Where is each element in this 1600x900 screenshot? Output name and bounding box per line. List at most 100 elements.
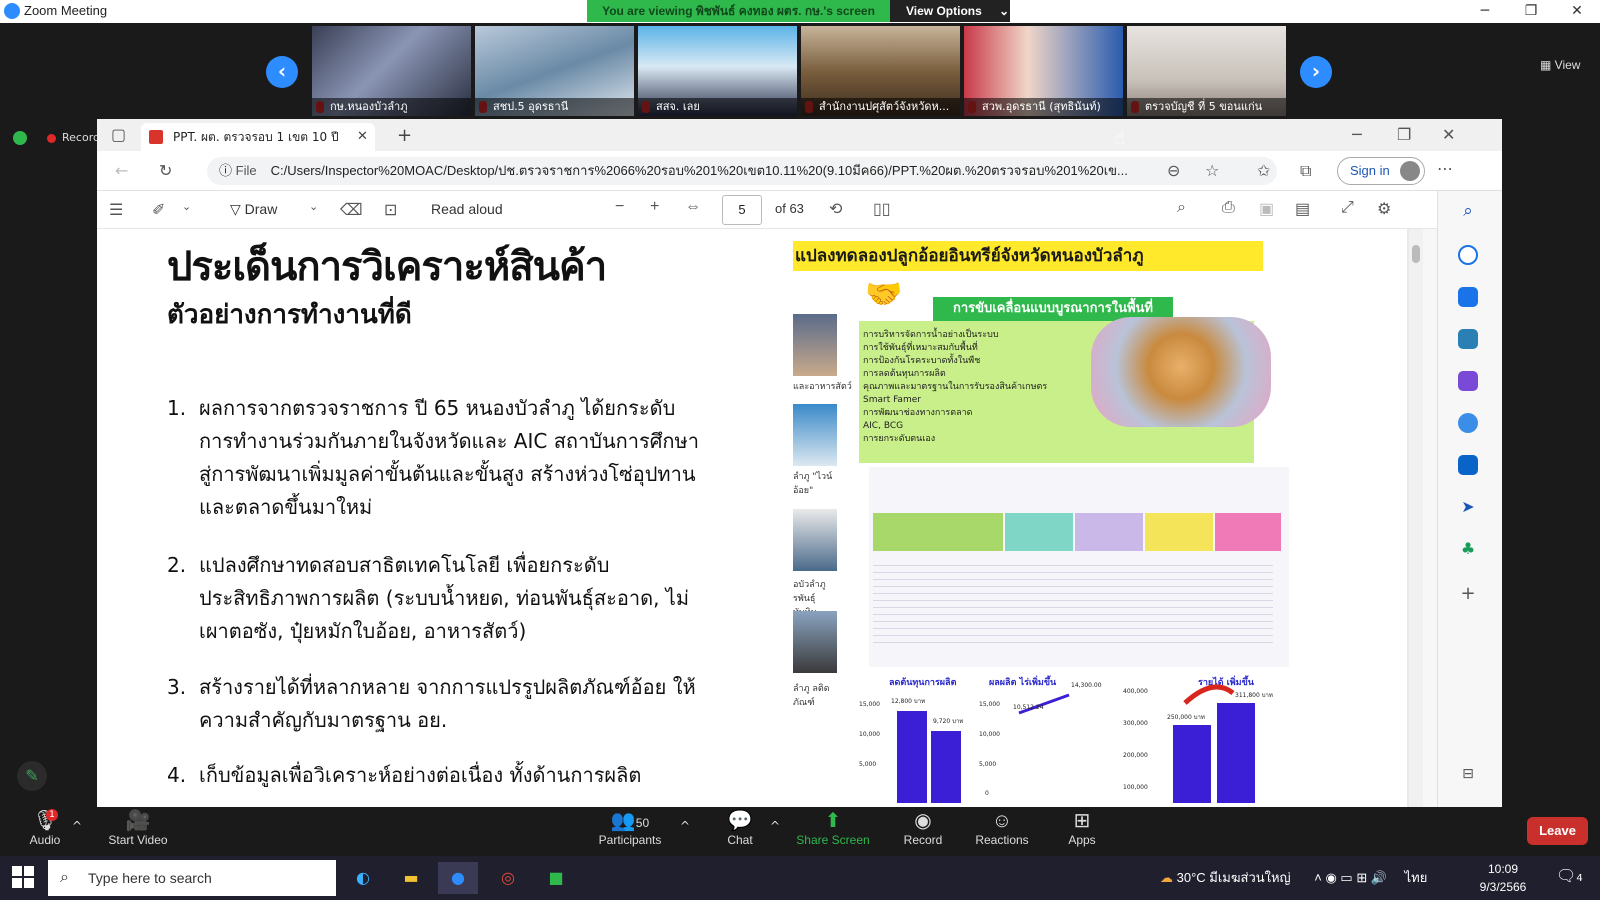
url-field[interactable]: ⓘ File C:/Users/Inspector%20MOAC/Desktop/…: [207, 157, 1277, 185]
share-arrow-icon: ⬆: [824, 810, 842, 832]
favorite-star-icon[interactable]: ☆: [1205, 161, 1219, 180]
chart-label: ลดต้นทุนการผลิต: [889, 677, 957, 688]
flow-step: [1145, 513, 1213, 551]
info-icon: ⓘ: [219, 163, 236, 178]
participants-button[interactable]: 👥50 Participants: [590, 807, 670, 847]
send-icon[interactable]: ➤: [1458, 497, 1478, 517]
tab-actions-icon[interactable]: ▢: [111, 125, 126, 144]
zoom-taskbar-icon[interactable]: ●: [438, 862, 478, 894]
save-as-icon[interactable]: ▤: [1295, 199, 1310, 219]
mouse-cursor-icon: ☝: [1114, 128, 1125, 149]
office-icon[interactable]: [1458, 413, 1478, 433]
print-icon[interactable]: ⎙: [1222, 199, 1235, 217]
minimize-button[interactable]: ─: [1462, 0, 1508, 23]
browser-maximize-button[interactable]: ❐: [1397, 125, 1411, 144]
shopping-tag-icon[interactable]: [1458, 287, 1478, 307]
chevron-up-icon[interactable]: ^: [680, 819, 690, 833]
settings-gear-icon[interactable]: ⚙: [1377, 199, 1391, 219]
page-number-input[interactable]: 5: [722, 195, 762, 225]
erase-icon[interactable]: ⌫: [340, 200, 363, 220]
share-screen-button[interactable]: ⬆ Share Screen: [793, 807, 873, 847]
participant-tile[interactable]: สสจ. เลย: [638, 26, 797, 116]
text-icon[interactable]: ⊡: [384, 200, 397, 220]
new-tab-button[interactable]: +: [397, 125, 412, 146]
record-button[interactable]: ◉ Record: [883, 807, 963, 847]
add-icon[interactable]: +: [1458, 583, 1478, 604]
search-icon[interactable]: ⌕: [1458, 201, 1478, 221]
refresh-icon[interactable]: ↻: [159, 161, 172, 180]
browser-minimize-button[interactable]: ─: [1352, 125, 1362, 144]
restore-button[interactable]: ❐: [1508, 0, 1554, 23]
pdf-viewport[interactable]: ประเด็นการวิเคราะห์สินค้า ตัวอย่างการทำง…: [97, 229, 1417, 807]
read-aloud-button[interactable]: Read aloud: [431, 201, 503, 217]
notifications-icon[interactable]: 🗨4: [1556, 866, 1583, 885]
gallery-next-button[interactable]: ›: [1300, 56, 1332, 88]
participant-tile[interactable]: กษ.หนองบัวลำภู: [312, 26, 471, 116]
tray-icons[interactable]: ˄ ◉ ▭ ⊞ 🔊: [1314, 870, 1387, 885]
favorites-icon[interactable]: ✩: [1257, 161, 1270, 180]
chat-button[interactable]: 💬 Chat: [700, 807, 780, 847]
windows-start-icon[interactable]: [12, 866, 34, 888]
outlook-icon[interactable]: [1458, 455, 1478, 475]
chrome-icon[interactable]: ◎: [488, 862, 528, 894]
more-menu-icon[interactable]: ⋯: [1437, 159, 1453, 178]
annotate-pencil-icon[interactable]: ✎: [17, 761, 47, 791]
chevron-up-icon[interactable]: ^: [770, 819, 780, 833]
close-icon[interactable]: ✕: [357, 123, 368, 151]
chevron-left-icon: ‹: [277, 59, 287, 83]
taskbar-search-input[interactable]: ⌕ Type here to search: [48, 860, 336, 896]
participant-tile[interactable]: ตรวจบัญชี ที่ 5 ขอนแก่น: [1127, 26, 1286, 116]
participant-tile[interactable]: สวพ.อุดรธานี (สุทธินันท์): [964, 26, 1123, 116]
zoom-out-icon[interactable]: ⊖: [1167, 161, 1180, 180]
chevron-down-icon[interactable]: ⌄: [309, 200, 318, 213]
chevron-up-icon[interactable]: ^: [72, 819, 82, 833]
file-explorer-icon[interactable]: ▬: [391, 862, 431, 894]
sign-in-button[interactable]: Sign in: [1337, 157, 1425, 185]
flow-step: [873, 513, 1003, 551]
leave-button[interactable]: Leave: [1527, 817, 1588, 845]
edge-icon[interactable]: ◐: [343, 862, 383, 894]
games-icon[interactable]: [1458, 371, 1478, 391]
start-video-button[interactable]: 🎥 Start Video: [98, 807, 178, 847]
weather-text[interactable]: 30°C มีเมฆส่วนใหญ่: [1177, 870, 1291, 885]
rotate-icon[interactable]: ⟲: [829, 199, 842, 219]
shield-icon[interactable]: [13, 131, 27, 145]
pdf-scrollbar[interactable]: [1409, 229, 1423, 807]
gallery-prev-button[interactable]: ‹: [266, 56, 298, 88]
bing-icon[interactable]: [1458, 245, 1478, 265]
tree-icon[interactable]: ♣: [1458, 539, 1478, 559]
browser-close-button[interactable]: ✕: [1442, 125, 1455, 144]
chevron-down-icon[interactable]: ⌄: [182, 200, 191, 213]
search-icon[interactable]: ⌕: [1177, 199, 1186, 217]
reactions-button[interactable]: ☺ Reactions: [962, 807, 1042, 847]
sidebar-toggle-icon[interactable]: ⊟: [1458, 766, 1478, 786]
scrollbar-thumb[interactable]: [1412, 245, 1420, 263]
contents-icon[interactable]: ☰: [109, 200, 123, 220]
zoom-out-button[interactable]: −: [615, 198, 624, 216]
draw-button[interactable]: ▽ Draw: [230, 201, 277, 218]
participant-name: กษ.หนองบัวลำภู: [312, 98, 471, 116]
list-item: 2. แปลงศึกษาทดสอบสาธิตเทคโนโลยี เพื่อยกระ…: [167, 549, 707, 648]
clock[interactable]: 10:09 9/3/2566: [1470, 860, 1536, 896]
tab-pdf[interactable]: PPT. ผต. ตรวจรอบ 1 เขต 10 ปี 66.pdf ✕: [141, 123, 375, 172]
chevron-right-icon: ›: [1311, 59, 1321, 83]
line-app-icon[interactable]: ■: [536, 862, 576, 894]
poster-list-item: AIC, BCG: [863, 421, 904, 431]
collections-icon[interactable]: ⧉: [1300, 161, 1311, 181]
fullscreen-icon[interactable]: ⤢: [1341, 199, 1354, 217]
highlight-icon[interactable]: ✐: [152, 200, 165, 220]
participant-tile[interactable]: สำนักงานปศุสัตว์จังหวัดห...: [801, 26, 960, 116]
grid-icon: ▦: [1540, 58, 1555, 72]
save-icon[interactable]: ▣: [1259, 199, 1274, 219]
language-indicator[interactable]: ไทย: [1405, 870, 1428, 885]
close-button[interactable]: ✕: [1554, 0, 1600, 23]
view-options-button[interactable]: View Options ⌄: [890, 0, 1010, 22]
participant-tile[interactable]: สชป.5 อุดรธานี: [475, 26, 634, 116]
back-arrow-icon[interactable]: ←: [115, 161, 128, 180]
view-button[interactable]: ▦ View: [1540, 58, 1580, 72]
page-view-icon[interactable]: ▯▯: [873, 199, 891, 219]
tools-icon[interactable]: [1458, 329, 1478, 349]
apps-button[interactable]: ⊞ Apps: [1042, 807, 1122, 847]
zoom-in-button[interactable]: +: [650, 198, 659, 216]
fit-page-icon[interactable]: ⇔: [685, 198, 701, 216]
